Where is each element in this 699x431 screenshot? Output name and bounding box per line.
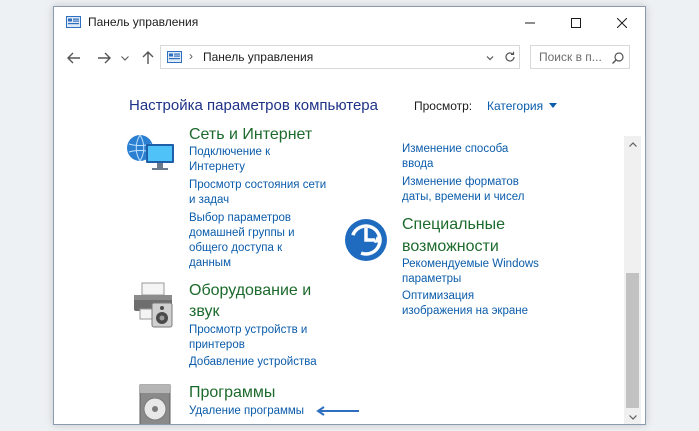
breadcrumb-control-panel[interactable]: Панель управления [203,50,313,64]
chevron-up-icon [628,142,637,147]
link-homegroup-sharing[interactable]: данным [189,256,231,271]
chevron-down-icon [121,55,129,61]
accessibility-icon[interactable] [344,218,388,262]
link-view-devices[interactable]: Просмотр устройств и [189,323,307,338]
link-homegroup-sharing[interactable]: Выбор параметров [189,211,291,226]
minimize-button[interactable] [507,7,553,38]
maximize-button[interactable] [553,7,599,38]
search-box[interactable]: Поиск в п... [530,45,630,69]
link-network-status[interactable]: Просмотр состояния сети [189,178,326,193]
arrow-left-icon [67,52,80,64]
category-accessibility-title[interactable]: возможности [402,236,499,257]
link-change-input-method[interactable]: ввода [402,157,433,172]
maximize-icon [571,17,581,28]
navigation-bar: › Панель управления Поиск в п... [54,38,645,78]
link-view-devices[interactable]: принтеров [189,338,245,353]
link-add-device[interactable]: Добавление устройства [189,355,317,370]
link-connect-internet[interactable]: Подключение к [189,145,270,160]
breadcrumb-separator[interactable]: › [189,49,193,63]
back-button[interactable] [64,48,84,68]
title-bar: Панель управления [54,7,645,38]
scroll-down-button[interactable] [624,409,641,424]
link-optimize-display[interactable]: Оптимизация [402,289,474,304]
link-recommended-settings[interactable]: Рекомендуемые Windows [402,257,539,272]
link-homegroup-sharing[interactable]: домашней группы и [189,226,295,241]
programs-icon[interactable] [136,381,176,425]
control-panel-icon [66,16,81,28]
link-connect-internet[interactable]: Интернету [189,160,245,175]
close-icon [617,17,627,28]
address-bar[interactable]: › Панель управления [160,45,520,69]
link-network-status[interactable]: и задач [189,193,229,208]
minimize-icon [525,22,535,23]
close-button[interactable] [599,7,645,38]
search-input[interactable]: Поиск в п... [539,50,602,64]
link-change-formats[interactable]: Изменение форматов [402,175,519,190]
annotation-arrow-icon [316,406,359,416]
link-uninstall-program[interactable]: Удаление программы [189,404,304,419]
up-button[interactable] [138,48,158,68]
link-change-input-method[interactable]: Изменение способа [402,142,508,157]
page-title: Настройка параметров компьютера [129,97,378,114]
control-panel-window: Панель управления › Панель управления По… [53,6,646,425]
main-content: Настройка параметров компьютера Просмотр… [54,78,645,425]
link-homegroup-sharing[interactable]: общего доступа к [189,241,282,256]
network-icon[interactable] [126,134,178,176]
vertical-scrollbar[interactable] [624,136,641,424]
category-network-title[interactable]: Сеть и Интернет [189,124,312,145]
category-hardware-title[interactable]: Оборудование и [189,280,311,301]
refresh-button[interactable] [500,45,520,69]
printer-icon[interactable] [130,281,178,329]
refresh-icon [505,51,515,62]
search-icon[interactable] [611,51,625,65]
arrow-right-icon [98,52,111,64]
arrow-up-icon [142,51,154,64]
scroll-up-button[interactable] [624,136,641,153]
category-programs-title[interactable]: Программы [189,382,275,403]
category-hardware-title[interactable]: звук [189,301,219,322]
chevron-down-icon [628,415,637,420]
category-accessibility-title[interactable]: Специальные [402,214,505,235]
scroll-thumb[interactable] [626,273,639,408]
screenshot-frame: Панель управления › Панель управления По… [0,0,699,431]
link-recommended-settings[interactable]: параметры [402,272,461,287]
forward-button[interactable] [94,48,114,68]
control-panel-icon [167,51,182,63]
chevron-down-icon[interactable] [484,52,496,64]
recent-locations-button[interactable] [118,48,132,68]
link-optimize-display[interactable]: изображения на экране [402,304,528,319]
caret-down-icon[interactable] [549,103,557,108]
link-change-formats[interactable]: даты, времени и чисел [402,190,524,205]
window-title: Панель управления [88,15,199,29]
view-by-label: Просмотр: [414,99,473,113]
view-by-dropdown[interactable]: Категория [487,99,543,113]
